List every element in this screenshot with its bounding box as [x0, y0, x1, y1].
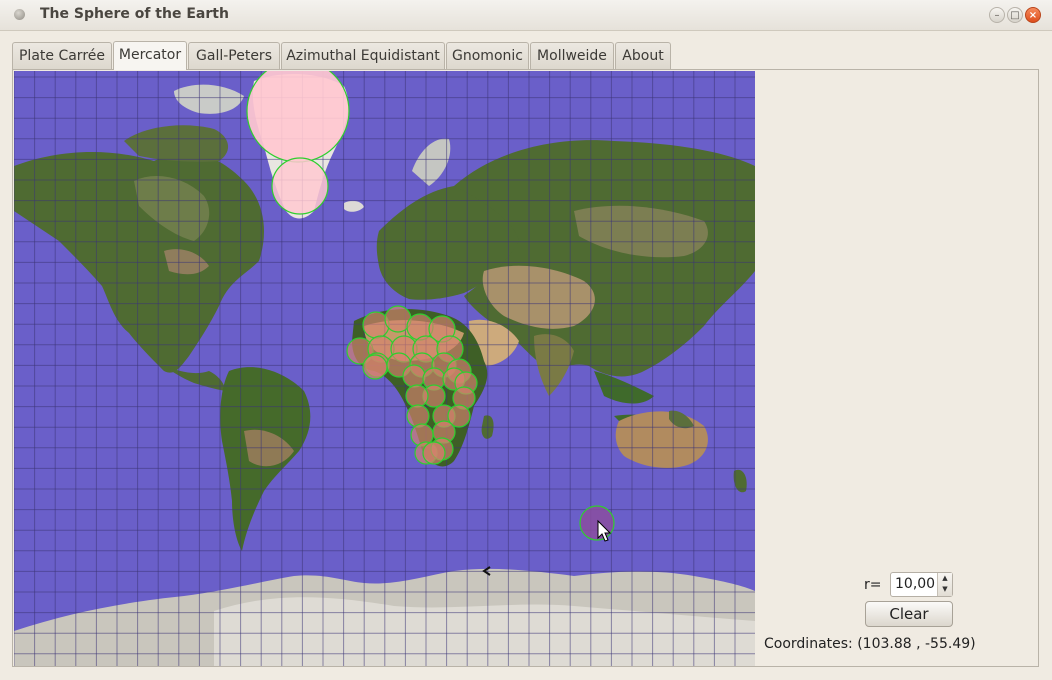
- map-canvas[interactable]: [14, 71, 755, 666]
- circle-africa: [406, 404, 430, 428]
- circle-africa: [422, 441, 446, 465]
- tab-about[interactable]: About: [615, 42, 671, 69]
- radius-value[interactable]: 10,00: [895, 576, 935, 592]
- chevron-up-icon[interactable]: ▲: [938, 573, 952, 584]
- circle-africa: [402, 364, 426, 388]
- window-menu-icon[interactable]: [14, 9, 25, 20]
- clear-button[interactable]: Clear: [865, 601, 953, 627]
- tab-gall-peters[interactable]: Gall-Peters: [188, 42, 280, 69]
- title-bar: The Sphere of the Earth – □ ×: [0, 0, 1052, 31]
- radius-spinbox[interactable]: 10,00 ▲ ▼: [890, 572, 953, 597]
- tab-plate-carree[interactable]: Plate Carrée: [12, 42, 112, 69]
- minimize-button[interactable]: –: [989, 7, 1005, 23]
- circle-africa: [405, 384, 429, 408]
- spin-buttons: ▲ ▼: [937, 573, 952, 596]
- tab-mollweide[interactable]: Mollweide: [530, 42, 614, 69]
- radius-label: r=: [864, 577, 882, 593]
- coordinates-readout: Coordinates: (103.88 , -55.49): [764, 636, 976, 652]
- mercator-map[interactable]: [14, 71, 755, 666]
- chevron-down-icon[interactable]: ▼: [938, 584, 952, 595]
- maximize-button[interactable]: □: [1007, 7, 1023, 23]
- tab-gnomonic[interactable]: Gnomonic: [446, 42, 529, 69]
- circle-greenland-south: [271, 157, 329, 215]
- circle-ocean: [579, 505, 615, 541]
- close-button[interactable]: ×: [1025, 7, 1041, 23]
- circle-africa: [362, 354, 388, 380]
- window-title: The Sphere of the Earth: [40, 6, 229, 22]
- tab-mercator[interactable]: Mercator: [113, 41, 187, 70]
- tab-azimuthal-equidistant[interactable]: Azimuthal Equidistant: [281, 42, 445, 69]
